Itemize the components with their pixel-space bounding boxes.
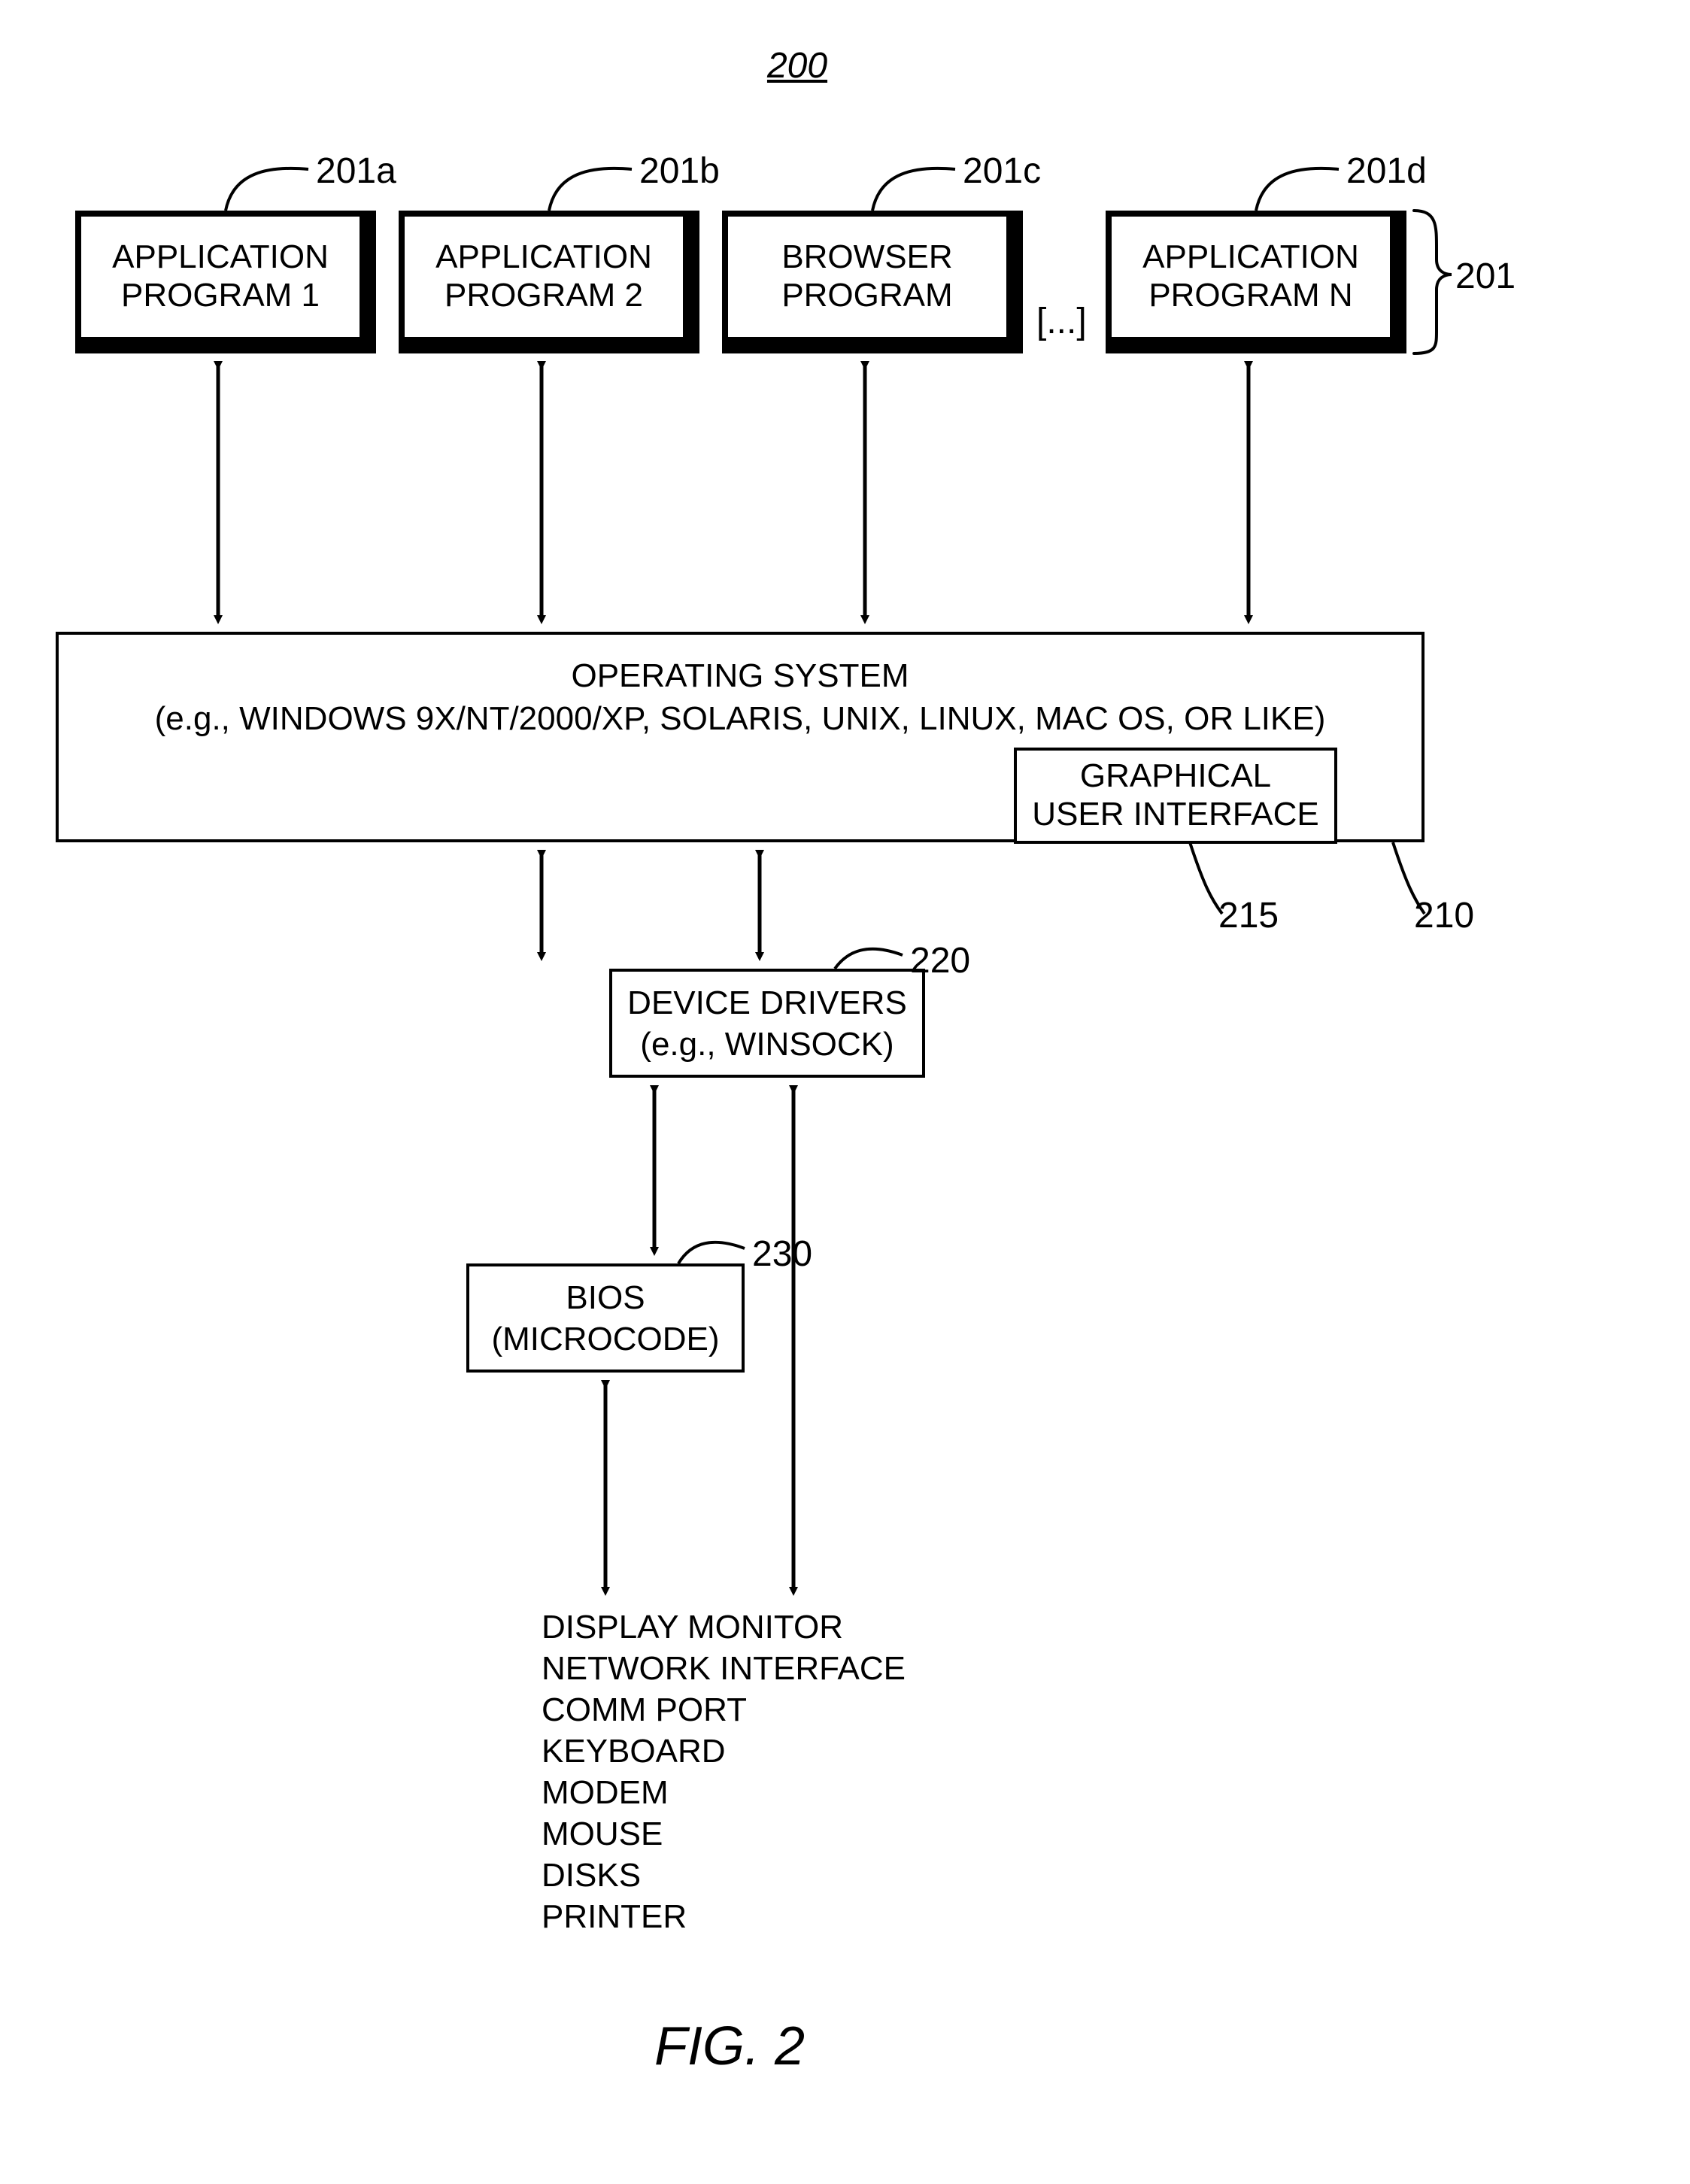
- hw-keyboard: KEYBOARD: [542, 1731, 906, 1772]
- hw-mouse: MOUSE: [542, 1813, 906, 1855]
- bios-line2: (MICROCODE): [491, 1321, 719, 1357]
- ellipsis: [...]: [1036, 301, 1087, 342]
- app4-l1: APPLICATION: [1142, 238, 1359, 275]
- app-box-2-label: APPLICATION PROGRAM 2: [405, 217, 683, 337]
- app-box-4-label: APPLICATION PROGRAM N: [1112, 217, 1390, 337]
- bios-line1: BIOS: [566, 1279, 645, 1316]
- ref-201d: 201d: [1346, 150, 1427, 192]
- bios-box: BIOS (MICROCODE): [466, 1263, 745, 1373]
- app1-l2: PROGRAM 1: [121, 277, 320, 314]
- os-line1: OPERATING SYSTEM: [571, 657, 909, 694]
- device-drivers-box: DEVICE DRIVERS (e.g., WINSOCK): [609, 969, 925, 1078]
- app4-l2: PROGRAM N: [1148, 277, 1352, 314]
- app2-l2: PROGRAM 2: [444, 277, 643, 314]
- hw-modem: MODEM: [542, 1772, 906, 1813]
- gui-box: GRAPHICAL USER INTERFACE: [1014, 748, 1337, 844]
- drv-line1: DEVICE DRIVERS: [627, 984, 907, 1021]
- drv-line2: (e.g., WINSOCK): [640, 1026, 894, 1063]
- app-box-1-label: APPLICATION PROGRAM 1: [81, 217, 360, 337]
- ref-230: 230: [752, 1233, 812, 1275]
- ref-201b: 201b: [639, 150, 720, 192]
- os-line2: (e.g., WINDOWS 9X/NT/2000/XP, SOLARIS, U…: [155, 700, 1326, 737]
- ref-201a: 201a: [316, 150, 396, 192]
- os-box: OPERATING SYSTEM (e.g., WINDOWS 9X/NT/20…: [56, 632, 1425, 842]
- hw-display: DISPLAY MONITOR: [542, 1606, 906, 1648]
- ref-201c: 201c: [963, 150, 1041, 192]
- hw-commport: COMM PORT: [542, 1689, 906, 1731]
- ref-210: 210: [1414, 895, 1474, 936]
- gui-line1: GRAPHICAL: [1080, 757, 1271, 794]
- app2-l1: APPLICATION: [435, 238, 652, 275]
- figure-number: 200: [752, 45, 842, 86]
- figure-caption: FIG. 2: [654, 2016, 805, 2077]
- app-box-3: BROWSER PROGRAM: [722, 211, 1023, 353]
- app1-l1: APPLICATION: [112, 238, 329, 275]
- app-box-2: APPLICATION PROGRAM 2: [399, 211, 699, 353]
- app-box-3-label: BROWSER PROGRAM: [728, 217, 1006, 337]
- hw-network: NETWORK INTERFACE: [542, 1648, 906, 1689]
- app3-l2: PROGRAM: [781, 277, 952, 314]
- app3-l1: BROWSER: [781, 238, 952, 275]
- ref-220: 220: [910, 940, 970, 981]
- app-box-1: APPLICATION PROGRAM 1: [75, 211, 376, 353]
- hw-printer: PRINTER: [542, 1896, 906, 1937]
- hardware-list: DISPLAY MONITOR NETWORK INTERFACE COMM P…: [542, 1606, 906, 1937]
- gui-line2: USER INTERFACE: [1032, 796, 1318, 833]
- ref-215: 215: [1218, 895, 1279, 936]
- app-box-4: APPLICATION PROGRAM N: [1106, 211, 1406, 353]
- ref-201-group: 201: [1455, 256, 1516, 297]
- figure-page: 200 APPLICATION PROGRAM 1 APPLICATION PR…: [0, 0, 1690, 2184]
- hw-disks: DISKS: [542, 1855, 906, 1896]
